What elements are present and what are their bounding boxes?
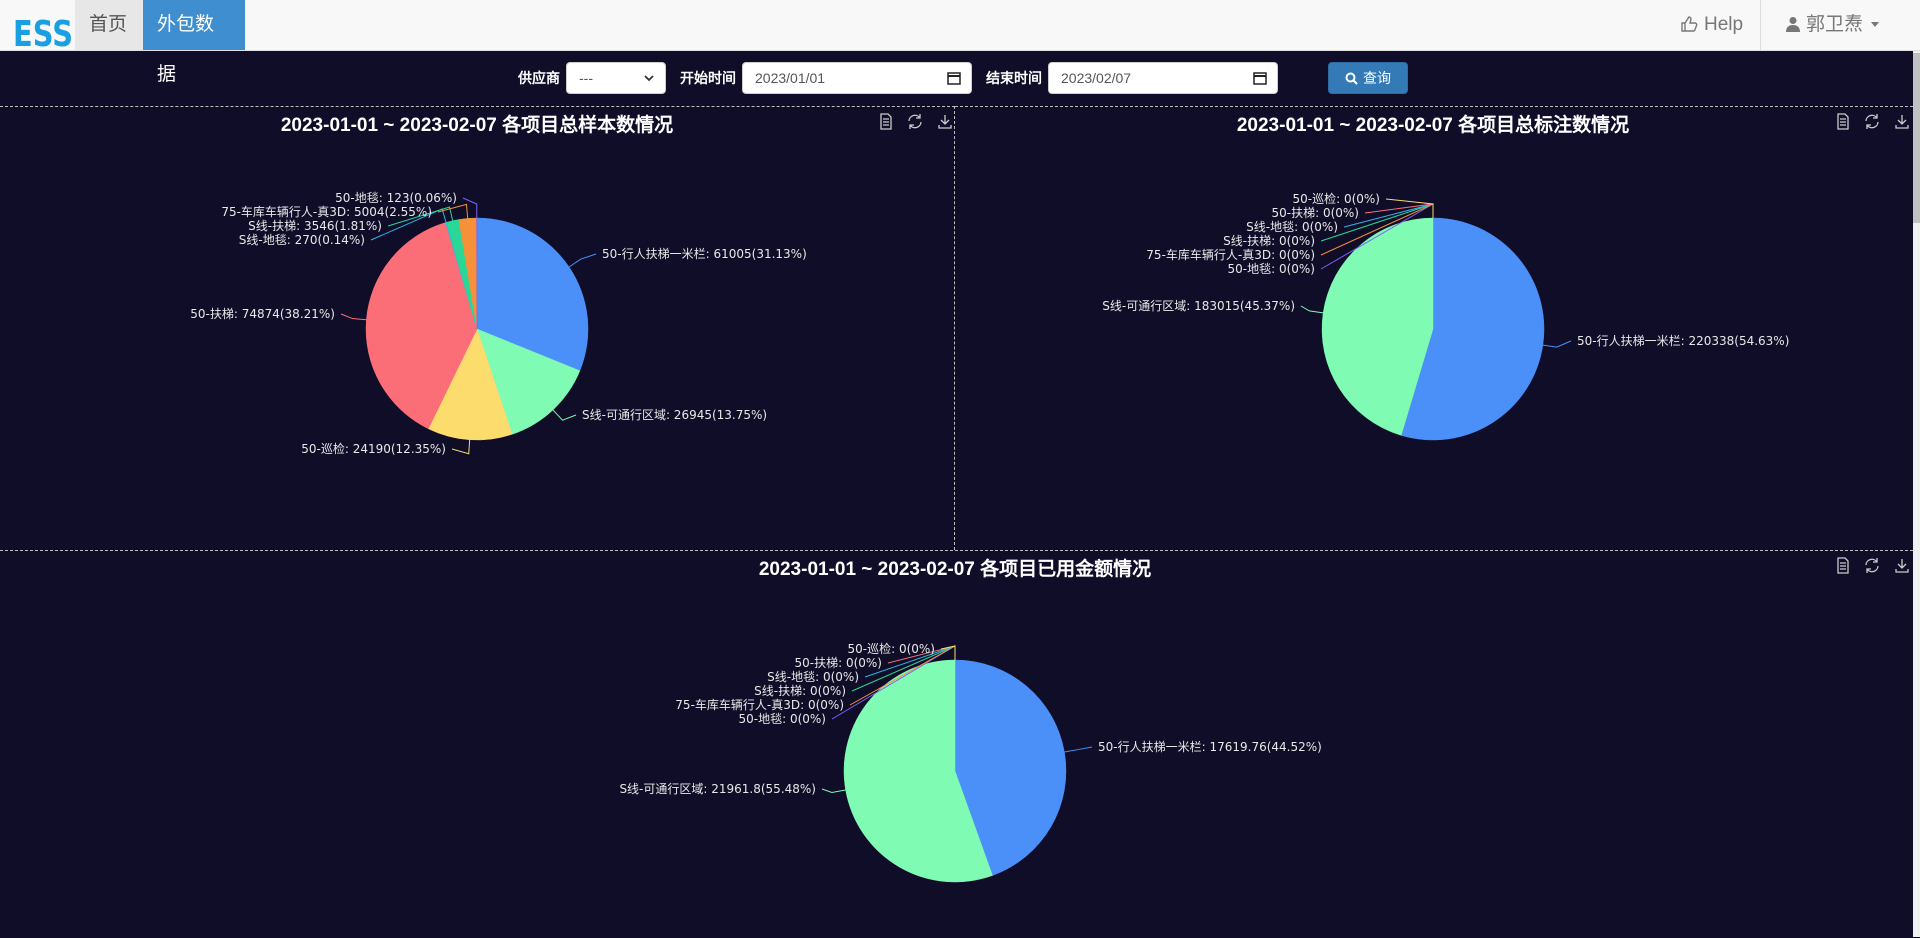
query-button[interactable]: 查询 xyxy=(1328,62,1408,94)
ess-logo[interactable]: ESS xyxy=(12,2,74,50)
caret-down-icon xyxy=(1871,22,1879,27)
nav-tab-outsource-data[interactable]: 外包数据 xyxy=(143,0,245,50)
pie-data-label: 50-行人扶梯一米栏: 61005(31.13%) xyxy=(602,246,807,261)
pie-data-label: S线-地毯: 0(0%) xyxy=(767,670,859,684)
pie-data-label: 50-行人扶梯一米栏: 220338(54.63%) xyxy=(1577,333,1789,348)
pie-data-label: 50-扶梯: 0(0%) xyxy=(795,655,883,670)
pie-data-label: 50-行人扶梯一米栏: 17619.76(44.52%) xyxy=(1098,739,1322,754)
pie-data-label: 50-巡检: 0(0%) xyxy=(848,641,936,656)
supplier-value: --- xyxy=(579,70,593,86)
query-label: 查询 xyxy=(1363,70,1391,86)
end-date-value: 2023/02/07 xyxy=(1061,70,1131,86)
chart-panel-annotation-count: 2023-01-01 ~ 2023-02-07 各项目总标注数情况 50-行人扶… xyxy=(955,106,1913,550)
pie-data-label: S线-地毯: 0(0%) xyxy=(1246,220,1338,234)
pie-data-label: 75-车库车辆行人-真3D: 0(0%) xyxy=(1146,247,1315,262)
pie-label-line xyxy=(1064,747,1092,752)
pie-data-label: 75-车库车辆行人-真3D: 5004(2.55%) xyxy=(221,204,432,219)
nav-tab-home[interactable]: 首页 xyxy=(75,0,143,50)
top-navbar: ESS 首页 外包数据 Help 郭卫焘 xyxy=(0,0,1920,51)
pie-data-label: S线-可通行区域: 26945(13.75%) xyxy=(582,408,767,422)
pie-label-line xyxy=(822,789,846,792)
scrollbar-thumb[interactable] xyxy=(1913,53,1920,223)
pie-chart-sample-count: 50-行人扶梯一米栏: 61005(31.13%) S线-可通行区域: 26945… xyxy=(0,107,955,551)
pie-label-line xyxy=(1365,204,1433,218)
calendar-icon[interactable] xyxy=(947,71,961,85)
pie-data-label: 50-地毯: 0(0%) xyxy=(1228,262,1316,276)
pie-data-label: 50-巡检: 0(0%) xyxy=(1293,191,1381,206)
pie-label-line xyxy=(452,440,470,454)
supplier-select[interactable]: --- xyxy=(566,62,666,94)
pie-chart-group: 50-行人扶梯一米栏: 220338(54.63%) S线-可通行区域: 1830… xyxy=(1102,191,1789,440)
pie-chart-group: 50-行人扶梯一米栏: 61005(31.13%) S线-可通行区域: 26945… xyxy=(190,191,807,456)
pie-label-line xyxy=(1543,341,1571,347)
pie-data-label: S线-扶梯: 3546(1.81%) xyxy=(248,218,382,233)
start-time-label: 开始时间 xyxy=(680,68,736,88)
pie-chart-used-amount: 50-行人扶梯一米栏: 17619.76(44.52%) S线-可通行区域: 21… xyxy=(0,551,1913,938)
pie-label-line xyxy=(569,254,596,267)
supplier-label: 供应商 xyxy=(518,68,560,88)
user-icon xyxy=(1786,16,1800,32)
pie-data-label: S线-可通行区域: 21961.8(55.48%) xyxy=(619,782,816,796)
pie-chart-group: 50-行人扶梯一米栏: 17619.76(44.52%) S线-可通行区域: 21… xyxy=(619,641,1321,882)
pie-data-label: 50-地毯: 0(0%) xyxy=(739,712,827,726)
end-time-label: 结束时间 xyxy=(986,68,1042,88)
pie-label-line xyxy=(553,410,576,420)
chevron-down-icon xyxy=(643,71,655,85)
pie-label-line xyxy=(1301,306,1323,313)
pie-data-label: S线-地毯: 270(0.14%) xyxy=(239,233,365,247)
pie-data-label: S线-扶梯: 0(0%) xyxy=(754,683,846,698)
pie-data-label: S线-可通行区域: 183015(45.37%) xyxy=(1102,299,1295,313)
start-date-input[interactable]: 2023/01/01 xyxy=(742,62,972,94)
pie-label-line xyxy=(341,314,366,320)
pie-data-label: 50-扶梯: 74874(38.21%) xyxy=(190,306,335,321)
end-date-input[interactable]: 2023/02/07 xyxy=(1048,62,1278,94)
chart-panel-used-amount: 2023-01-01 ~ 2023-02-07 各项目已用金额情况 50-行人扶… xyxy=(0,550,1913,937)
chart-panel-sample-count: 2023-01-01 ~ 2023-02-07 各项目总样本数情况 50-行人扶… xyxy=(0,106,955,550)
calendar-icon[interactable] xyxy=(1253,71,1267,85)
user-menu[interactable]: 郭卫焘 xyxy=(1786,0,1879,50)
thumbs-up-icon xyxy=(1680,15,1698,33)
search-icon xyxy=(1345,72,1358,85)
help-label: Help xyxy=(1704,14,1743,35)
pie-data-label: 50-扶梯: 0(0%) xyxy=(1272,205,1360,220)
pie-label-line xyxy=(463,198,477,218)
pie-chart-annotation-count: 50-行人扶梯一米栏: 220338(54.63%) S线-可通行区域: 1830… xyxy=(955,107,1913,551)
pie-data-label: 50-巡检: 24190(12.35%) xyxy=(301,441,446,456)
start-date-value: 2023/01/01 xyxy=(755,70,825,86)
logo-text: ESS xyxy=(13,14,73,50)
user-name: 郭卫焘 xyxy=(1806,14,1863,35)
pie-data-label: 50-地毯: 123(0.06%) xyxy=(335,191,457,205)
nav-divider xyxy=(1760,0,1761,50)
pie-data-label: S线-扶梯: 0(0%) xyxy=(1223,233,1315,248)
pie-data-label: 75-车库车辆行人-真3D: 0(0%) xyxy=(675,697,844,712)
help-link[interactable]: Help xyxy=(1680,0,1743,50)
